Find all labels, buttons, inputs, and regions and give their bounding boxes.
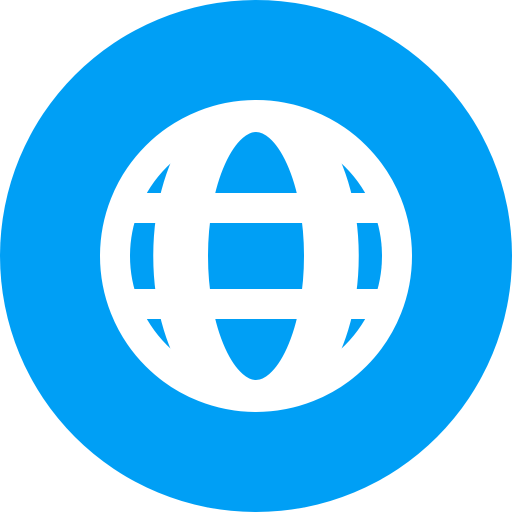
globe-app-icon <box>0 0 512 512</box>
icon-background-circle <box>0 0 512 512</box>
globe-icon <box>0 0 512 512</box>
